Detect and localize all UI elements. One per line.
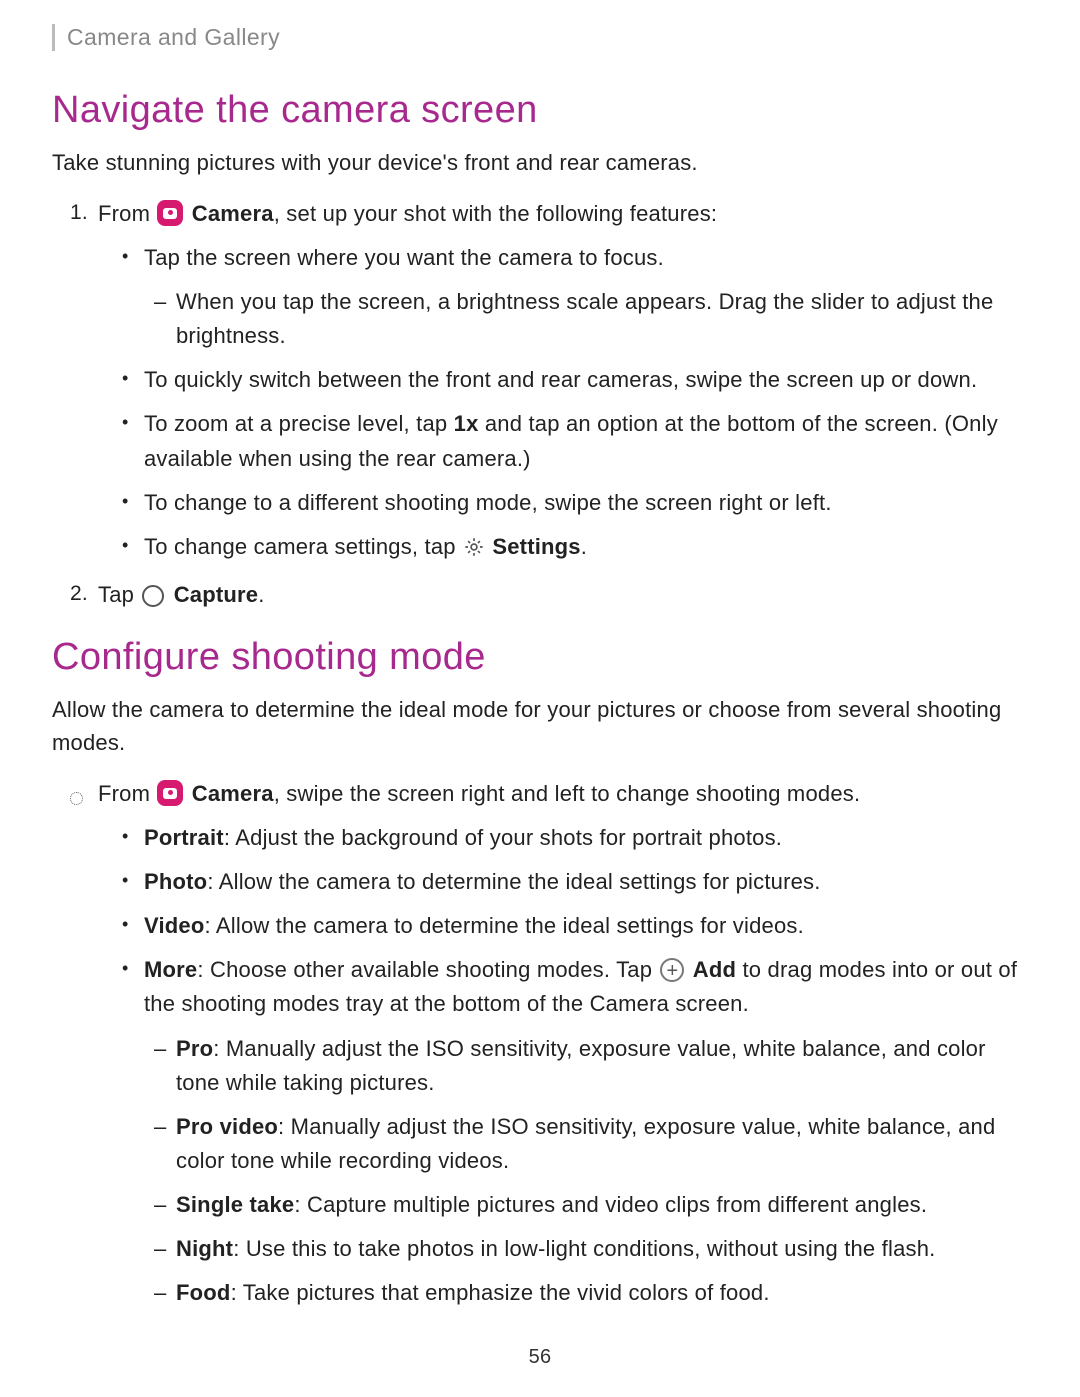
camera-icon [157,780,183,806]
mode-portrait-t: : Adjust the background of your shots fo… [224,825,782,850]
camera-icon [157,200,183,226]
step1-camera-label: Camera [192,201,274,226]
step1-b1-text: Tap the screen where you want the camera… [144,245,664,270]
step1-b5: To change camera settings, tap Settings. [144,530,1028,568]
step2-post: . [258,582,264,607]
configure-lead: From Camera, swipe the screen right and … [98,777,1028,1310]
mode-single-t: : Capture multiple pictures and video cl… [294,1192,927,1217]
configure-lead-list: From Camera, swipe the screen right and … [52,777,1028,1310]
mode-night: Night: Use this to take photos in low-li… [176,1232,1028,1266]
mode-provideo-t: : Manually adjust the ISO sensitivity, e… [176,1114,995,1173]
gear-icon [463,534,485,568]
step-1: From Camera, set up your shot with the f… [98,197,1028,568]
section-title-configure: Configure shooting mode [52,636,1028,679]
step-2: Tap Capture. [98,578,1028,612]
step1-bullets: Tap the screen where you want the camera… [98,241,1028,568]
mode-photo-b: Photo [144,869,207,894]
mode-pro-b: Pro [176,1036,213,1061]
mode-more-add: Add [693,957,736,982]
lead-prefix: From [98,781,156,806]
step1-b5-post: . [581,534,587,559]
step1-b5-bold: Settings [492,534,580,559]
capture-icon [142,585,164,607]
mode-food-b: Food [176,1280,231,1305]
mode-night-t: : Use this to take photos in low-light c… [233,1236,935,1261]
mode-portrait: Portrait: Adjust the background of your … [144,821,1028,855]
add-icon [660,958,684,982]
intro-navigate: Take stunning pictures with your device'… [52,146,1028,179]
breadcrumb: Camera and Gallery [52,24,1028,51]
step2-bold: Capture [174,582,259,607]
step1-prefix: From [98,201,156,226]
mode-single: Single take: Capture multiple pictures a… [176,1188,1028,1222]
mode-pro: Pro: Manually adjust the ISO sensitivity… [176,1032,1028,1100]
mode-video-b: Video [144,913,205,938]
step1-b2: To quickly switch between the front and … [144,363,1028,397]
mode-photo: Photo: Allow the camera to determine the… [144,865,1028,899]
step1-b3: To zoom at a precise level, tap 1x and t… [144,407,1028,475]
step1-b1-sub: When you tap the screen, a brightness sc… [144,285,1028,353]
lead-suffix: , swipe the screen right and left to cha… [274,781,861,806]
mode-night-b: Night [176,1236,233,1261]
step1-b3-pre: To zoom at a precise level, tap [144,411,454,436]
section-title-navigate: Navigate the camera screen [52,89,1028,132]
lead-camera-label: Camera [192,781,274,806]
step2-prefix: Tap [98,582,140,607]
mode-food: Food: Take pictures that emphasize the v… [176,1276,1028,1310]
mode-food-t: : Take pictures that emphasize the vivid… [231,1280,770,1305]
step1-b1: Tap the screen where you want the camera… [144,241,1028,353]
mode-single-b: Single take [176,1192,294,1217]
modes-list: Portrait: Adjust the background of your … [98,821,1028,1310]
step1-b1-sub-item: When you tap the screen, a brightness sc… [176,285,1028,353]
page-number: 56 [0,1346,1080,1369]
mode-more-pre: : Choose other available shooting modes.… [197,957,658,982]
mode-more: More: Choose other available shooting mo… [144,953,1028,1310]
open-bullet-icon [70,781,83,815]
mode-video: Video: Allow the camera to determine the… [144,909,1028,943]
step1-b3-bold: 1x [454,411,479,436]
mode-photo-t: : Allow the camera to determine the idea… [207,869,820,894]
more-sublist: Pro: Manually adjust the ISO sensitivity… [144,1032,1028,1311]
mode-portrait-b: Portrait [144,825,224,850]
step1-b5-pre: To change camera settings, tap [144,534,462,559]
mode-pro-t: : Manually adjust the ISO sensitivity, e… [176,1036,986,1095]
mode-provideo-b: Pro video [176,1114,278,1139]
intro-configure: Allow the camera to determine the ideal … [52,693,1028,759]
step1-suffix: , set up your shot with the following fe… [274,201,718,226]
step1-b4: To change to a different shooting mode, … [144,486,1028,520]
steps-list: From Camera, set up your shot with the f… [52,197,1028,612]
mode-more-b: More [144,957,197,982]
mode-provideo: Pro video: Manually adjust the ISO sensi… [176,1110,1028,1178]
mode-video-t: : Allow the camera to determine the idea… [205,913,804,938]
